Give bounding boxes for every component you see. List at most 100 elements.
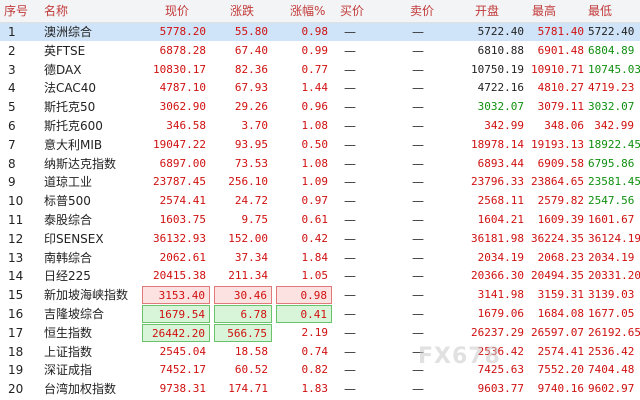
cell-name: 英FTSE [44,43,86,58]
cell-name: 日经225 [44,269,91,284]
cell-ask: — [412,231,424,246]
cell-low: 36124.19 [588,231,640,245]
cell-price: 23787.45 [153,175,206,189]
header-low[interactable]: 最低 [588,0,612,22]
cell-pct: 1.08 [301,156,329,170]
cell-high: 2579.82 [537,194,584,208]
cell-ask: — [412,62,424,77]
cell-price: 4787.10 [159,81,206,95]
cell-high: 5781.40 [537,25,584,38]
table-row[interactable]: 8 纳斯达克指数 6897.00 73.53 1.08 — — 6893.44 6909.58 6… [0,155,640,173]
cell-no: 18 [8,344,24,359]
cell-low: 1677.05 [588,307,635,320]
cell-low: 2547.56 [588,194,635,208]
cell-name: 吉隆坡综合 [44,307,105,321]
table-row[interactable]: 13 南韩综合 2062.61 37.34 1.84 — — 2034.19 2068.23 20… [0,249,640,267]
cell-pct: 1.05 [301,269,329,283]
cell-price: 2574.41 [159,194,206,208]
cell-name: 德DAX [44,62,82,77]
table-row[interactable]: 1 澳洲综合 5778.20 55.80 0.98 — — 5722.40 5781.40 572… [0,23,640,41]
header-price[interactable]: 现价 [165,0,189,22]
header-change[interactable]: 涨跌 [230,0,254,22]
cell-low: 342.99 [594,119,634,132]
cell-high: 36224.35 [531,231,584,245]
table-row[interactable]: 14 日经225 20415.38 211.34 1.05 — — 20366.30 20494… [0,267,640,285]
cell-ask: — [412,382,424,397]
cell-open: 4722.16 [477,81,524,95]
table-row[interactable]: 5 斯托克50 3062.90 29.26 0.96 — — 3032.07 3079.11 30… [0,98,640,116]
cell-chg: 256.10 [228,175,268,189]
cell-no: 17 [8,325,24,340]
cell-bid: — [344,250,356,265]
cell-price: 9738.31 [159,382,206,396]
cell-chg: 73.53 [234,156,268,170]
cell-bid: — [344,194,356,209]
cell-chg: 30.46 [214,286,272,305]
table-row[interactable]: 15 新加坡海峡指数 3153.40 30.46 0.98 — — 3141.98 3159.3… [0,286,640,305]
cell-pct: 0.99 [301,43,329,57]
table-row[interactable]: 7 意大利MIB 19047.22 93.95 0.50 — — 18978.14 19193.… [0,136,640,154]
header-ask[interactable]: 卖价 [410,0,434,22]
cell-ask: — [412,137,424,152]
header-no[interactable]: 序号 [4,0,28,22]
cell-price: 1679.54 [142,305,210,323]
cell-high: 3079.11 [537,100,584,114]
cell-name: 台湾加权指数 [44,382,117,397]
cell-no: 1 [8,25,16,39]
table-row[interactable]: 6 斯托克600 346.58 3.70 1.08 — — 342.99 348.06 342.9… [0,117,640,135]
cell-no: 20 [8,382,24,397]
cell-bid: — [344,119,356,133]
cell-pct: 0.61 [301,213,329,226]
cell-price: 26442.20 [142,323,210,342]
cell-pct: 0.98 [276,286,332,305]
table-row[interactable]: 10 标普500 2574.41 24.72 0.97 — — 2568.11 2579.82 2… [0,192,640,210]
cell-low: 1601.67 [588,213,635,226]
cell-price: 2545.04 [159,344,206,358]
cell-chg: 18.58 [234,344,268,358]
cell-price: 19047.22 [153,137,206,151]
header-high[interactable]: 最高 [532,0,556,22]
header-change-pct[interactable]: 涨幅% [290,0,325,22]
cell-low: 10745.03 [588,62,640,76]
cell-pct: 1.09 [301,175,329,189]
table-row[interactable]: 19 深证成指 7452.17 60.52 0.82— —7425.63 7552.20 74… [0,361,640,379]
cell-high: 10910.71 [531,62,584,76]
cell-open: 9603.77 [477,382,524,396]
table-row[interactable]: 2 英FTSE 6878.28 67.40 0.99 — — 6810.88 6901.48 68… [0,42,640,60]
table-row[interactable]: 4 法CAC40 4787.10 67.93 1.44 — — 4722.16 4810.27 4… [0,79,640,97]
cell-bid: — [344,231,356,246]
table-row[interactable]: 9 道琼工业 23787.45 256.10 1.09 — — 23796.33 23864.6… [0,173,640,191]
table-row[interactable]: 3 德DAX 10830.17 82.36 0.77 — — 10750.19 10910.71… [0,61,640,79]
table-row[interactable]: 20 台湾加权指数 9738.31 174.71 1.83 — — 9603.77 9740.1… [0,380,640,398]
cell-name: 意大利MIB [44,137,103,152]
cell-name: 澳洲综合 [44,25,93,39]
cell-chg: 211.34 [228,269,268,283]
cell-high: 2574.41 [537,344,584,358]
cell-high: 1609.39 [537,213,584,226]
cell-chg: 9.75 [241,213,269,226]
table-row[interactable]: 11 泰股综合 1603.75 9.75 0.61 — — 1604.21 1609.39 160… [0,211,640,229]
cell-pct: 2.19 [301,325,329,339]
cell-price: 20415.38 [153,269,206,283]
table-row[interactable]: 12 印SENSEX 36132.93 152.00 0.42 — — 36181.98 362… [0,230,640,248]
cell-high: 2068.23 [537,250,584,264]
cell-open: 10750.19 [471,62,524,76]
table-row[interactable]: 18 上证指数 2545.04 18.58 0.74— —2536.42 2574.41 25… [0,343,640,361]
cell-low: 5722.40 [588,25,635,38]
header-name[interactable]: 名称 [44,0,68,22]
cell-bid: — [344,363,356,378]
cell-ask: — [412,156,424,171]
header-bid[interactable]: 买价 [340,0,364,22]
cell-pct: 0.98 [301,25,329,38]
cell-ask: — [412,213,424,227]
cell-bid: — [344,213,356,227]
table-row[interactable]: 17 恒生指数 26442.20 566.75 2.19 — — 26237.29 26597.… [0,323,640,342]
cell-low: 4719.23 [588,81,635,95]
cell-no: 9 [8,175,16,190]
cell-price: 36132.93 [153,231,206,245]
cell-low: 3139.03 [588,288,635,302]
watermark-logo: FX678 [418,344,501,369]
cell-price: 5778.20 [159,25,206,38]
table-row[interactable]: 16 吉隆坡综合 1679.54 6.78 0.41 — — 1679.06 1684.08 16… [0,305,640,323]
header-open[interactable]: 开盘 [475,0,499,22]
